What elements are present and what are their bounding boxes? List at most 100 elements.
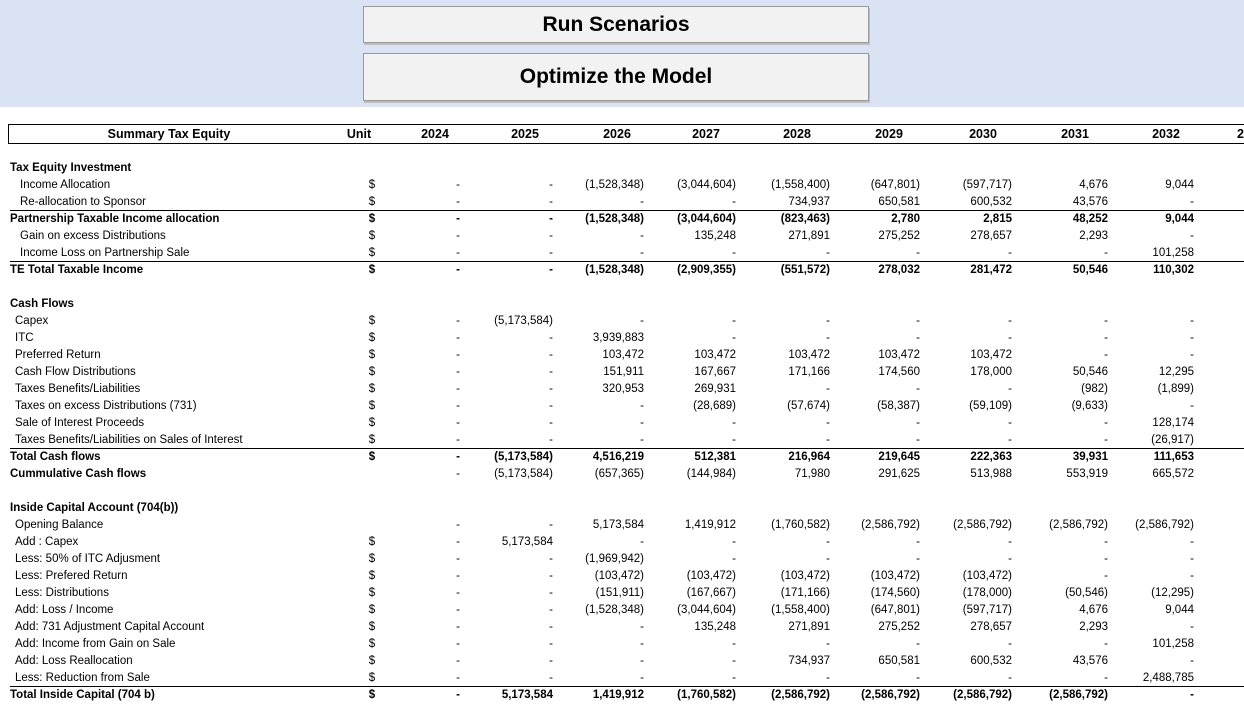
cell-2030[interactable]: 178,000	[922, 364, 1012, 381]
cell-2024[interactable]: -	[370, 228, 460, 245]
cell-2027[interactable]: (28,689)	[646, 398, 736, 415]
cell-2031[interactable]: -	[1018, 245, 1108, 262]
cell-2029[interactable]: (2,586,792)	[830, 687, 920, 704]
cell-2025[interactable]: (5,173,584)	[463, 313, 553, 330]
cell-2026[interactable]: -	[554, 670, 644, 687]
cell-2024[interactable]: -	[370, 636, 460, 653]
cell-2029[interactable]: (647,801)	[830, 177, 920, 194]
cell-2029[interactable]: -	[830, 551, 920, 568]
cell-2027[interactable]: 167,667	[646, 364, 736, 381]
cell-2028[interactable]: (1,558,400)	[740, 177, 830, 194]
cell-2024[interactable]: -	[370, 568, 460, 585]
cell-2025[interactable]: -	[463, 262, 553, 279]
cell-2029[interactable]: -	[830, 245, 920, 262]
cell-2024[interactable]: -	[370, 194, 460, 211]
cell-2025[interactable]: -	[463, 432, 553, 449]
cell-2028[interactable]: -	[740, 636, 830, 653]
cell-2028[interactable]: 71,980	[740, 466, 830, 483]
cell-2030[interactable]: -	[922, 313, 1012, 330]
cell-2030[interactable]: -	[922, 415, 1012, 432]
cell-2028[interactable]: 734,937	[740, 653, 830, 670]
cell-2027[interactable]: -	[646, 432, 736, 449]
cell-2025[interactable]: -	[463, 551, 553, 568]
cell-2028[interactable]: (1,760,582)	[740, 517, 830, 534]
cell-2029[interactable]: (2,586,792)	[830, 517, 920, 534]
cell-2030[interactable]: (178,000)	[922, 585, 1012, 602]
cell-2025[interactable]: -	[463, 653, 553, 670]
cell-2028[interactable]: (1,558,400)	[740, 602, 830, 619]
optimize-model-button[interactable]: Optimize the Model	[363, 53, 869, 101]
cell-2032[interactable]: 111,653	[1104, 449, 1194, 466]
cell-2025[interactable]: -	[463, 517, 553, 534]
cell-2026[interactable]: 5,173,584	[554, 517, 644, 534]
cell-2026[interactable]: 320,953	[554, 381, 644, 398]
cell-2024[interactable]: -	[370, 619, 460, 636]
cell-2024[interactable]: -	[370, 432, 460, 449]
cell-2025[interactable]: (5,173,584)	[463, 449, 553, 466]
cell-2029[interactable]: (103,472)	[830, 568, 920, 585]
cell-2030[interactable]: -	[922, 551, 1012, 568]
cell-2029[interactable]: -	[830, 330, 920, 347]
cell-2025[interactable]: -	[463, 364, 553, 381]
cell-2032[interactable]: (12,295)	[1104, 585, 1194, 602]
cell-2025[interactable]: -	[463, 347, 553, 364]
cell-2028[interactable]: -	[740, 381, 830, 398]
cell-2032[interactable]: -	[1104, 568, 1194, 585]
cell-2024[interactable]: -	[370, 602, 460, 619]
cell-2027[interactable]: 135,248	[646, 619, 736, 636]
cell-2031[interactable]: -	[1018, 636, 1108, 653]
cell-2031[interactable]: (2,586,792)	[1018, 687, 1108, 704]
cell-2030[interactable]: -	[922, 381, 1012, 398]
cell-2032[interactable]: 9,044	[1104, 177, 1194, 194]
cell-2029[interactable]: 275,252	[830, 619, 920, 636]
cell-2031[interactable]: 43,576	[1018, 653, 1108, 670]
cell-2030[interactable]: -	[922, 330, 1012, 347]
cell-2027[interactable]: 1,419,912	[646, 517, 736, 534]
cell-2028[interactable]: -	[740, 551, 830, 568]
cell-2028[interactable]: 271,891	[740, 228, 830, 245]
cell-2026[interactable]: -	[554, 432, 644, 449]
cell-2032[interactable]: (26,917)	[1104, 432, 1194, 449]
cell-2032[interactable]: 9,044	[1104, 211, 1194, 228]
cell-2032[interactable]: (2,586,792)	[1104, 517, 1194, 534]
cell-2032[interactable]: 2,488,785	[1104, 670, 1194, 687]
cell-2026[interactable]: -	[554, 228, 644, 245]
cell-2027[interactable]: -	[646, 245, 736, 262]
cell-2031[interactable]: 2,293	[1018, 619, 1108, 636]
cell-2031[interactable]: (2,586,792)	[1018, 517, 1108, 534]
cell-2029[interactable]: 103,472	[830, 347, 920, 364]
cell-2024[interactable]: -	[370, 211, 460, 228]
cell-2028[interactable]: -	[740, 245, 830, 262]
cell-2028[interactable]: -	[740, 432, 830, 449]
cell-2029[interactable]: -	[830, 432, 920, 449]
cell-2032[interactable]: -	[1104, 347, 1194, 364]
cell-2032[interactable]: -	[1104, 330, 1194, 347]
cell-2029[interactable]: -	[830, 381, 920, 398]
cell-2031[interactable]: -	[1018, 347, 1108, 364]
cell-2032[interactable]: -	[1104, 194, 1194, 211]
cell-2024[interactable]: -	[370, 670, 460, 687]
cell-2028[interactable]: 171,166	[740, 364, 830, 381]
cell-2027[interactable]: -	[646, 194, 736, 211]
cell-2024[interactable]: -	[370, 415, 460, 432]
cell-2031[interactable]: 50,546	[1018, 364, 1108, 381]
cell-2031[interactable]: (982)	[1018, 381, 1108, 398]
cell-2032[interactable]: -	[1104, 398, 1194, 415]
cell-2032[interactable]: 101,258	[1104, 636, 1194, 653]
cell-2032[interactable]: -	[1104, 228, 1194, 245]
cell-2026[interactable]: (1,528,348)	[554, 602, 644, 619]
cell-2030[interactable]: 103,472	[922, 347, 1012, 364]
cell-2028[interactable]: -	[740, 330, 830, 347]
cell-2032[interactable]: -	[1104, 534, 1194, 551]
cell-2029[interactable]: 278,032	[830, 262, 920, 279]
cell-2032[interactable]: 12,295	[1104, 364, 1194, 381]
cell-2024[interactable]: -	[370, 330, 460, 347]
cell-2031[interactable]: 2,293	[1018, 228, 1108, 245]
cell-2030[interactable]: (2,586,792)	[922, 517, 1012, 534]
cell-2032[interactable]: -	[1104, 551, 1194, 568]
cell-2026[interactable]: (1,969,942)	[554, 551, 644, 568]
cell-2028[interactable]: -	[740, 313, 830, 330]
cell-2025[interactable]: (5,173,584)	[463, 466, 553, 483]
cell-2025[interactable]: -	[463, 381, 553, 398]
cell-2028[interactable]: (551,572)	[740, 262, 830, 279]
